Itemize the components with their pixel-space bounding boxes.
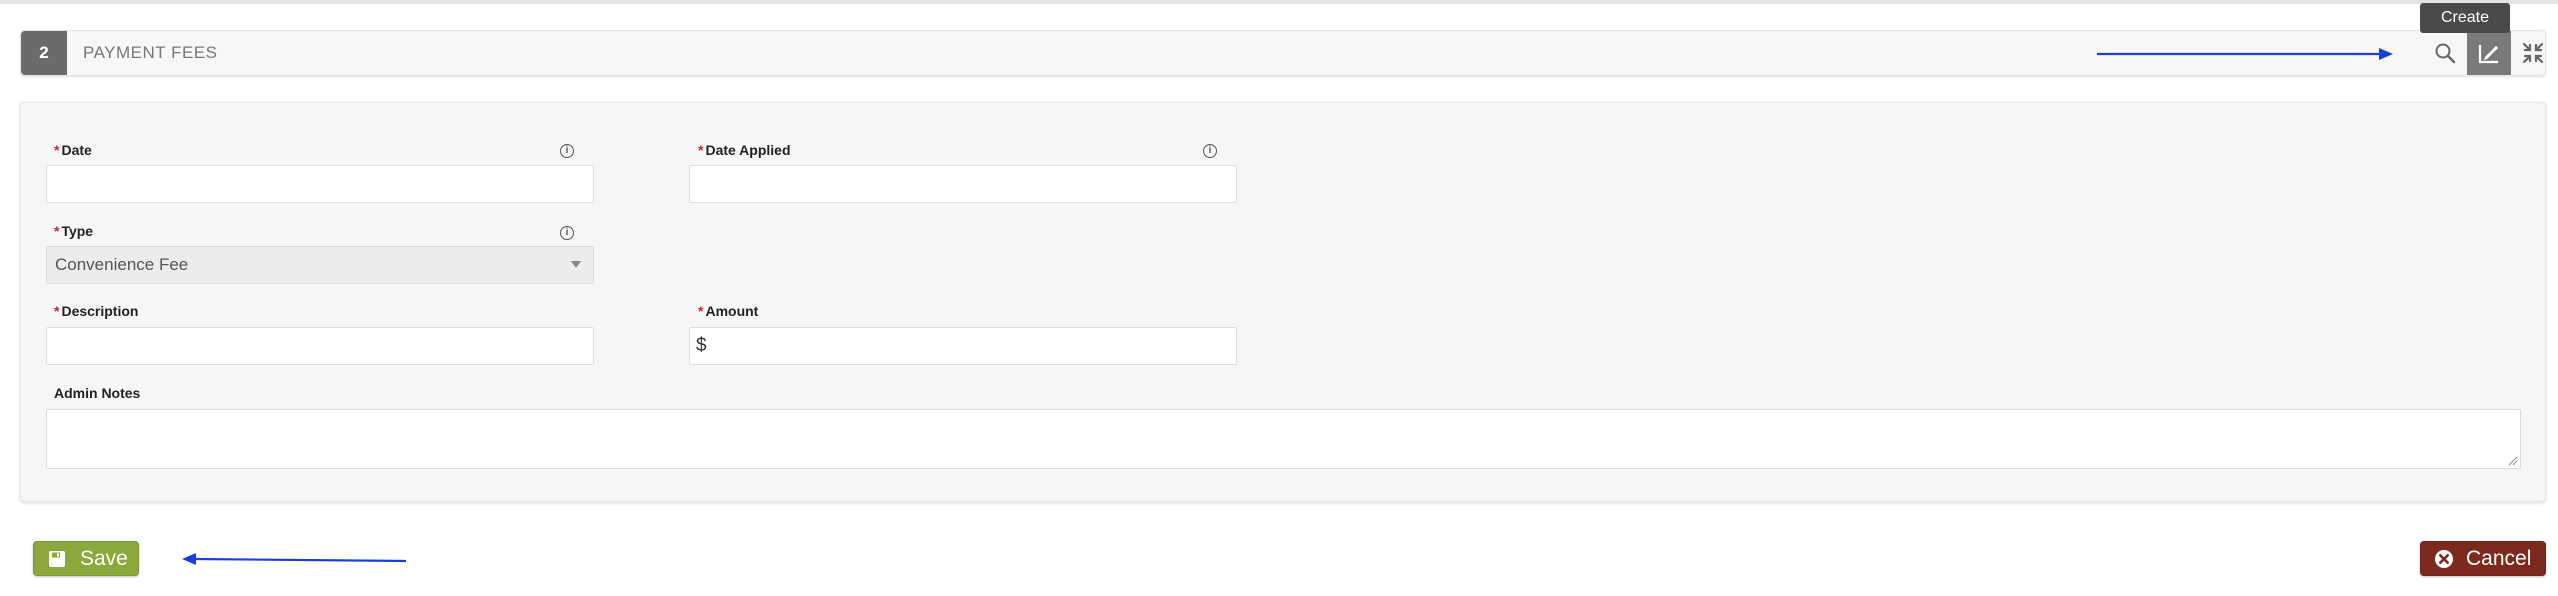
step-badge: 2 [21,31,67,75]
create-button[interactable] [2467,31,2511,75]
cancel-button[interactable]: Cancel [2420,541,2546,576]
save-button[interactable]: Save [33,541,139,576]
required-marker: * [54,142,60,158]
collapse-button[interactable] [2511,31,2555,75]
resize-handle-icon[interactable] [2508,456,2518,466]
date-label-text: Date [61,142,92,158]
info-icon[interactable]: i [560,226,574,240]
required-marker: * [698,142,704,158]
date-applied-label: * Date Applied [698,142,791,158]
annotation-arrow-left [182,553,407,565]
create-icon [2478,45,2498,64]
form-panel: * Date i * Date Applied i * Type i Convenie… [20,102,2546,502]
amount-input[interactable] [689,327,1237,365]
info-icon[interactable]: i [1203,144,1217,158]
amount-label: * Amount [698,303,758,319]
type-selected-value: Convenience Fee [55,255,189,274]
search-icon [2435,43,2456,64]
date-applied-input[interactable] [689,165,1237,203]
save-label: Save [80,546,128,570]
description-label-text: Description [61,303,139,319]
info-icon[interactable]: i [560,144,574,158]
required-marker: * [54,303,60,319]
cancel-icon [2434,549,2454,569]
type-label-text: Type [61,223,94,239]
save-icon [48,550,66,568]
date-label: * Date [54,142,92,158]
date-input[interactable] [46,165,594,203]
admin-notes-label: Admin Notes [54,385,141,401]
amount-label-text: Amount [705,303,759,319]
type-select[interactable]: Convenience Fee [46,246,594,284]
type-label: * Type [54,223,93,239]
chevron-down-icon [571,261,581,268]
cancel-label: Cancel [2466,546,2532,570]
create-tooltip: Create [2420,3,2510,33]
required-marker: * [698,303,704,319]
description-input[interactable] [46,327,594,365]
collapse-icon [2522,42,2544,64]
admin-notes-textarea[interactable] [46,409,2521,469]
annotation-arrow-right [2097,48,2393,60]
top-divider [0,0,2558,4]
required-marker: * [54,223,60,239]
section-title: PAYMENT FEES [83,43,218,62]
date-applied-label-text: Date Applied [705,142,791,158]
currency-prefix: $ [696,335,707,356]
search-button[interactable] [2423,31,2467,75]
description-label: * Description [54,303,138,319]
